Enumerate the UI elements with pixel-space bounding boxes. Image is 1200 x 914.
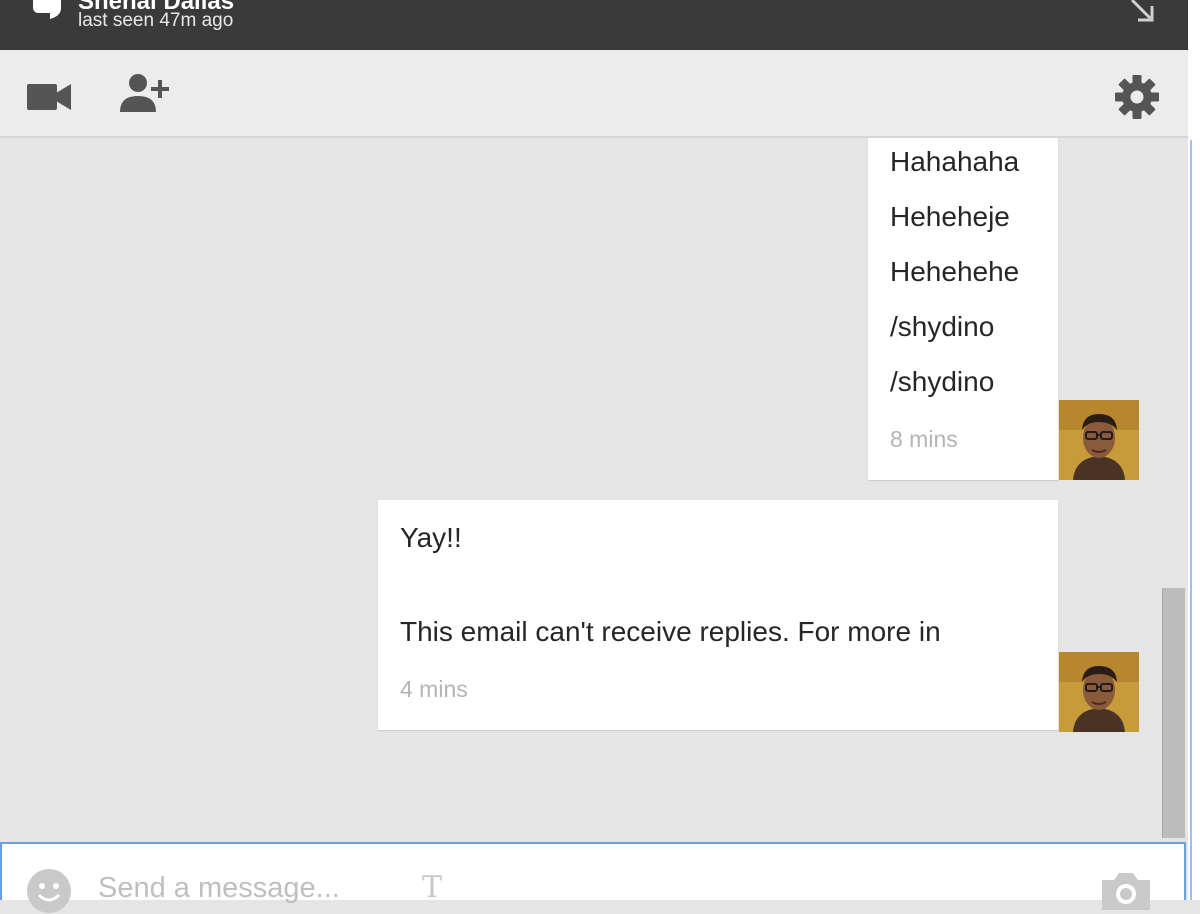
chat-toolbar xyxy=(0,50,1188,138)
message-timestamp: 8 mins xyxy=(890,426,958,452)
message-input[interactable] xyxy=(98,868,998,908)
window-edge xyxy=(1188,0,1200,900)
message-line: /shydino xyxy=(890,311,995,342)
video-call-icon[interactable] xyxy=(26,80,72,114)
chat-bubble-icon xyxy=(33,0,61,19)
message-line: This email can't receive replies. For mo… xyxy=(400,616,941,647)
avatar[interactable] xyxy=(1059,400,1139,480)
message-bubble: Hahahaha Heheheje Hehehehe /shydino /shy… xyxy=(868,138,1058,480)
message-line: /shydino xyxy=(890,366,995,397)
message-composer: T xyxy=(0,842,1186,913)
scrollbar-thumb[interactable] xyxy=(1162,588,1185,838)
camera-icon[interactable] xyxy=(1098,870,1154,910)
emoji-icon[interactable] xyxy=(26,868,72,914)
avatar[interactable] xyxy=(1059,652,1139,732)
chat-header: Snehal Dalias last seen 47m ago xyxy=(0,0,1188,50)
last-seen-status: last seen 47m ago xyxy=(78,10,234,31)
message-line: Heheheje xyxy=(890,201,1010,232)
settings-gear-icon[interactable] xyxy=(1114,74,1160,120)
message-bubble: Yay!! This email can't receive replies. … xyxy=(378,500,1058,730)
window-border-line xyxy=(1190,140,1192,900)
add-person-icon[interactable] xyxy=(120,72,174,114)
message-timestamp: 4 mins xyxy=(400,676,468,702)
popout-arrow-icon[interactable] xyxy=(1126,0,1160,28)
conversation-pane[interactable]: Hahahaha Heheheje Hehehehe /shydino /shy… xyxy=(0,138,1188,842)
message-line: Yay!! xyxy=(400,522,462,553)
message-line: Hehehehe xyxy=(890,256,1020,287)
message-line: Hahahaha xyxy=(890,146,1020,177)
